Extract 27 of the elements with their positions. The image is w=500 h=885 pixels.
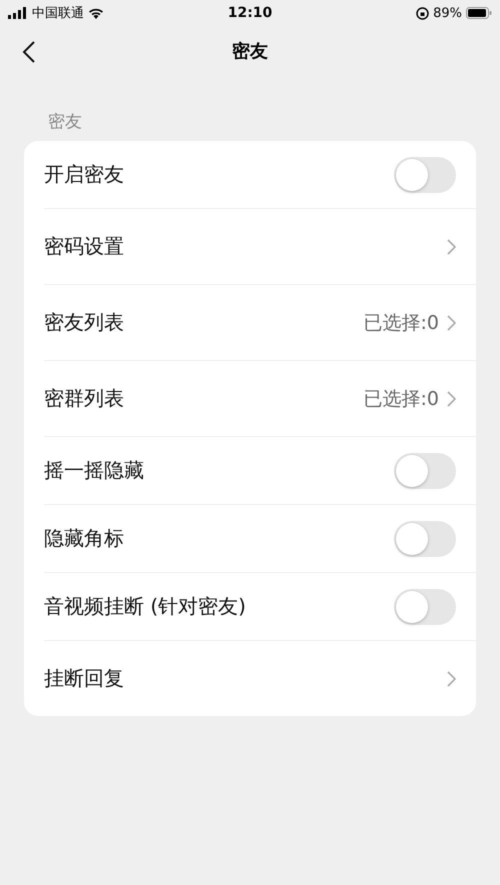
setting-label[interactable]: 密群列表	[44, 385, 364, 412]
setting-label: 开启密友	[44, 161, 125, 188]
toggle-switch[interactable]	[394, 520, 456, 556]
carrier-name: 中国联通	[32, 5, 84, 22]
setting-value: 已选择:0	[364, 310, 439, 336]
setting-label: 摇一摇隐藏	[44, 457, 145, 484]
battery-icon	[466, 7, 492, 19]
wifi-icon	[88, 7, 104, 19]
setting-label: 隐藏角标	[44, 525, 125, 552]
chevron-right-icon	[447, 314, 456, 330]
toggle-switch[interactable]	[394, 156, 456, 192]
setting-label[interactable]: 挂断回复	[44, 665, 447, 692]
chevron-right-icon	[447, 238, 456, 254]
toggle-switch[interactable]	[394, 588, 456, 624]
signal-icon	[8, 7, 28, 19]
setting-label[interactable]: 密友列表	[44, 309, 364, 336]
rotation-lock-icon	[416, 6, 430, 20]
setting-label[interactable]: 密码设置	[44, 233, 447, 260]
chevron-right-icon	[447, 390, 456, 406]
battery-percent: 89%	[433, 6, 462, 20]
chevron-right-icon	[447, 670, 456, 686]
section-header: 密友	[48, 111, 83, 133]
toggle-switch[interactable]	[394, 452, 456, 488]
page-title: 密友	[232, 40, 268, 63]
setting-label: 音视频挂断 (针对密友)	[44, 593, 247, 620]
setting-value: 已选择:0	[364, 386, 439, 412]
status-time: 12:10	[228, 5, 272, 21]
